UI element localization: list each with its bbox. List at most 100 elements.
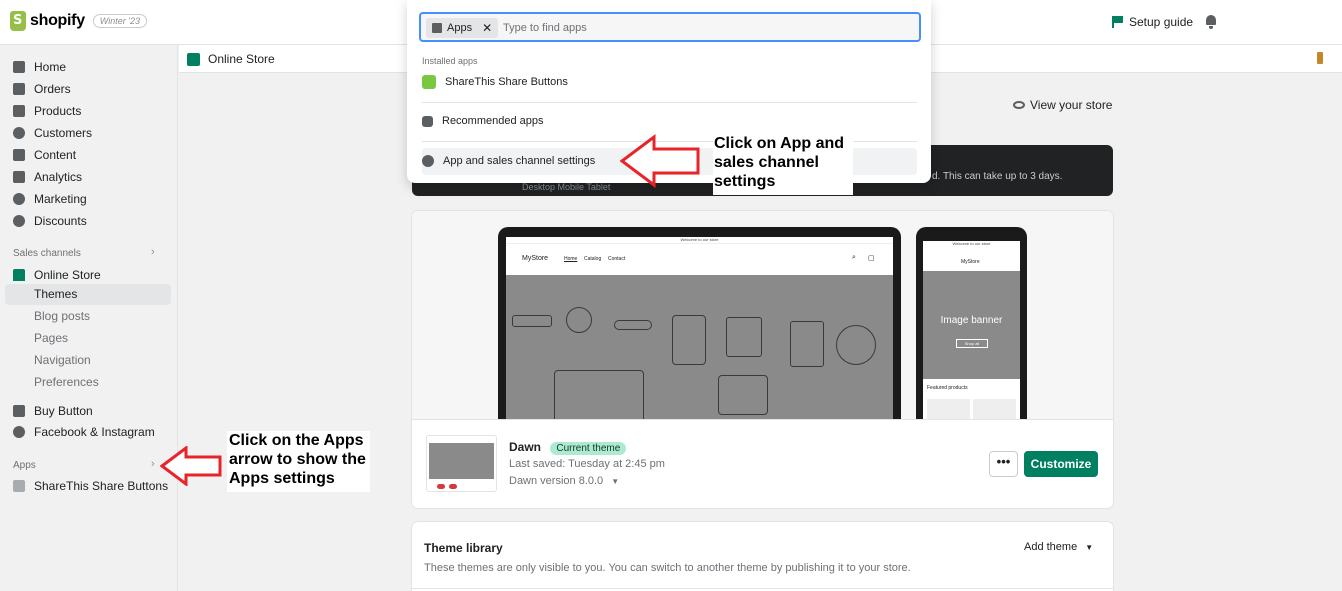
app-settings-label: App and sales channel settings (443, 155, 596, 167)
logo-text: shopify (30, 12, 85, 29)
thumbnail-glasses-icon (449, 484, 457, 489)
sidebar-item-customers[interactable]: Customers (13, 124, 92, 142)
laptop-announcement: Welcome to our store (506, 237, 893, 244)
apps-chevron-icon[interactable]: › (151, 458, 155, 470)
sidebar-subitem-themes[interactable]: Themes (5, 284, 171, 305)
sidebar-item-label: Buy Button (34, 404, 93, 418)
apps-search-box[interactable]: Apps ✕ (419, 12, 921, 42)
app-settings-item[interactable]: App and sales channel settings (422, 151, 595, 171)
person-icon (13, 127, 25, 139)
recommended-apps-item[interactable]: Recommended apps (422, 111, 544, 131)
search-input[interactable] (503, 19, 903, 37)
annotation-line: Click on the Apps (229, 432, 364, 449)
current-theme-card: Welcome to our store MyStore Home Catalo… (412, 211, 1113, 508)
sales-channels-chevron-icon[interactable]: › (151, 246, 155, 258)
device-tabs: Desktop Mobile Tablet (522, 182, 611, 192)
sidebar-item-sharethis[interactable]: ShareThis Share Buttons (13, 477, 168, 495)
sidebar-item-marketing[interactable]: Marketing (13, 190, 87, 208)
apps-grid-icon (422, 115, 433, 127)
phone-screen: Welcome to our store MyStore Image banne… (923, 241, 1020, 419)
target-icon (13, 193, 25, 205)
close-icon[interactable]: ✕ (482, 21, 492, 35)
sidebar-item-label: Products (34, 104, 82, 118)
laptop-header: MyStore Home Catalog Contact ⌕ ▢ (506, 244, 893, 274)
view-store-label: View your store (1030, 98, 1113, 112)
sidebar-item-orders[interactable]: Orders (13, 80, 71, 98)
cart-icon: ▢ (868, 255, 875, 262)
search-icon: ⌕ (852, 254, 856, 261)
pin-icon[interactable] (1317, 52, 1323, 64)
bell-icon[interactable] (1205, 14, 1217, 29)
share-icon (422, 75, 436, 89)
more-actions-button[interactable]: ••• (989, 451, 1018, 477)
annotation-line: settings (714, 173, 776, 190)
status-badge: Current theme (550, 442, 627, 455)
theme-library-description: These themes are only visible to you. Yo… (424, 562, 911, 574)
sketch-lens (672, 315, 706, 365)
sidebar: Home Orders Products Customers Content A… (0, 45, 178, 591)
annotation-arrow-settings (620, 134, 700, 188)
sidebar-item-label: Analytics (34, 170, 83, 184)
laptop-screen: Welcome to our store MyStore Home Catalo… (506, 237, 893, 419)
setup-guide-button[interactable]: Setup guide (1112, 15, 1193, 29)
sidebar-item-discounts[interactable]: Discounts (13, 212, 87, 230)
add-theme-button[interactable]: Add theme ▼ (1024, 541, 1093, 553)
customize-button[interactable]: Customize (1024, 451, 1098, 477)
sidebar-item-analytics[interactable]: Analytics (13, 168, 82, 186)
edition-badge: Winter '23 (92, 14, 147, 28)
sidebar-subitem-pages[interactable]: Pages (34, 331, 68, 345)
sidebar-item-label: Online Store (34, 268, 101, 282)
flag-icon (1112, 16, 1123, 28)
sketch-passport (790, 321, 824, 367)
caret-down-icon: ▼ (1085, 543, 1094, 552)
gear-icon (422, 155, 434, 167)
sketch-watch-strap (512, 315, 552, 327)
divider (422, 102, 917, 103)
sidebar-item-content[interactable]: Content (13, 146, 76, 164)
installed-app-sharethis[interactable]: ShareThis Share Buttons (422, 72, 568, 92)
apps-label: Apps (13, 460, 36, 471)
sidebar-item-products[interactable]: Products (13, 102, 81, 120)
sketch-map (554, 370, 644, 419)
shopify-logo[interactable]: shopify Winter '23 (10, 11, 147, 31)
installed-apps-label: Installed apps (422, 56, 478, 66)
laptop-nav-contact: Contact (608, 256, 626, 262)
annotation-line: sales channel (714, 154, 819, 171)
sidebar-item-label: Content (34, 148, 77, 162)
sales-channels-label: Sales channels (13, 248, 81, 259)
theme-version-dropdown[interactable]: Dawn version 8.0.0 ▼ (509, 475, 619, 487)
sidebar-item-buy-button[interactable]: Buy Button (13, 402, 93, 420)
phone-shop-all-button: Shop all (956, 339, 988, 348)
annotation-arrow-apps (160, 446, 222, 486)
orders-icon (13, 83, 25, 95)
view-store-link[interactable]: View your store (1013, 98, 1112, 112)
theme-library-card: Theme library These themes are only visi… (412, 522, 1113, 591)
home-icon (13, 61, 25, 73)
content-icon (13, 149, 25, 161)
chip-label: Apps (447, 22, 473, 34)
sidebar-subitem-preferences[interactable]: Preferences (34, 375, 99, 389)
breadcrumb-title: Online Store (208, 52, 275, 66)
phone-product-card (927, 399, 970, 419)
annotation-line: Click on App and (714, 135, 845, 152)
sidebar-item-online-store[interactable]: Online Store (13, 266, 101, 284)
sidebar-item-facebook[interactable]: Facebook & Instagram (13, 423, 155, 441)
phone-preview: Welcome to our store MyStore Image banne… (916, 227, 1027, 419)
sidebar-subitem-blog-posts[interactable]: Blog posts (34, 309, 90, 323)
sidebar-subitem-navigation[interactable]: Navigation (34, 353, 91, 367)
sketch-bottle (726, 317, 762, 357)
theme-version-text: Dawn version 8.0.0 (509, 475, 604, 487)
setup-guide-label: Setup guide (1129, 15, 1194, 29)
installed-app-label: ShareThis Share Buttons (445, 76, 568, 88)
sidebar-item-label: Facebook & Instagram (34, 425, 155, 439)
share-icon (13, 480, 25, 492)
sidebar-item-home[interactable]: Home (13, 58, 66, 76)
annotation-line: arrow to show the (229, 451, 366, 468)
laptop-nav-catalog: Catalog (584, 256, 602, 262)
eye-icon (1013, 101, 1025, 109)
recommended-apps-label: Recommended apps (442, 115, 544, 127)
apps-filter-chip[interactable]: Apps ✕ (426, 18, 499, 38)
theme-name-text: Dawn (509, 440, 542, 454)
breadcrumb-online-store[interactable]: Online Store (187, 52, 275, 66)
apps-icon (432, 23, 442, 33)
